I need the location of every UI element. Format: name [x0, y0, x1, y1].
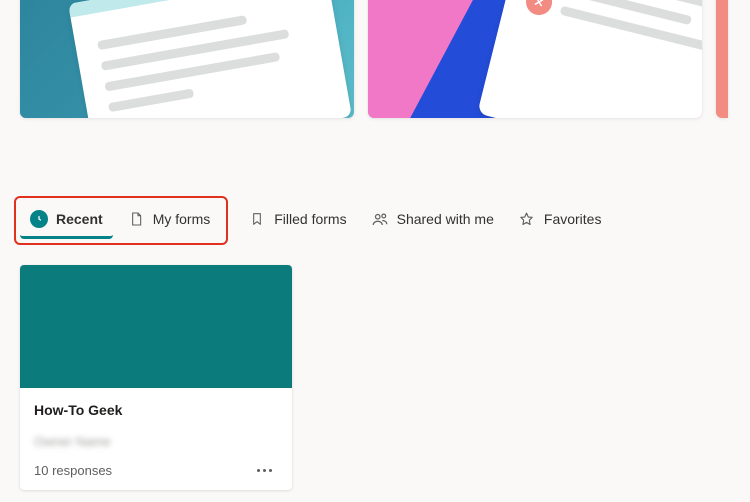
- tab-label: Filled forms: [274, 211, 346, 227]
- form-card-cover: [20, 265, 292, 388]
- tab-filled-forms[interactable]: Filled forms: [238, 202, 356, 239]
- tab-recent[interactable]: Recent: [20, 202, 113, 239]
- tab-shared-with-me[interactable]: Shared with me: [361, 202, 504, 239]
- clock-icon: [30, 210, 48, 228]
- template-card-peek[interactable]: [716, 0, 728, 118]
- file-icon: [127, 210, 145, 228]
- form-card[interactable]: How-To Geek Owner Name 10 responses: [20, 265, 292, 490]
- tab-label: Recent: [56, 211, 103, 227]
- x-icon: [523, 0, 555, 18]
- template-card-bg: [716, 0, 728, 118]
- template-card-survey[interactable]: [20, 0, 354, 118]
- template-card-bg: [20, 0, 354, 118]
- template-sheet-graphic: [477, 0, 702, 118]
- template-card-bg: [368, 0, 702, 118]
- form-card-responses: 10 responses: [34, 463, 112, 478]
- templates-row: [0, 0, 750, 132]
- template-sheet-graphic: [68, 0, 352, 118]
- star-icon: [518, 210, 536, 228]
- dots-icon: [269, 469, 272, 472]
- people-icon: [371, 210, 389, 228]
- form-card-owner: Owner Name: [34, 434, 278, 449]
- annotation-highlight: Recent My forms: [14, 196, 228, 245]
- tab-my-forms[interactable]: My forms: [117, 202, 221, 239]
- more-actions-button[interactable]: [251, 465, 278, 476]
- tab-label: Shared with me: [397, 211, 494, 227]
- tab-label: My forms: [153, 211, 211, 227]
- form-card-title: How-To Geek: [34, 402, 278, 418]
- tab-label: Favorites: [544, 211, 602, 227]
- tab-favorites[interactable]: Favorites: [508, 202, 612, 239]
- template-card-quiz[interactable]: [368, 0, 702, 118]
- forms-grid: How-To Geek Owner Name 10 responses: [0, 245, 750, 490]
- bookmark-icon: [248, 210, 266, 228]
- dots-icon: [257, 469, 260, 472]
- dots-icon: [263, 469, 266, 472]
- tabs-bar: Recent My forms Filled forms Shared with…: [14, 196, 611, 245]
